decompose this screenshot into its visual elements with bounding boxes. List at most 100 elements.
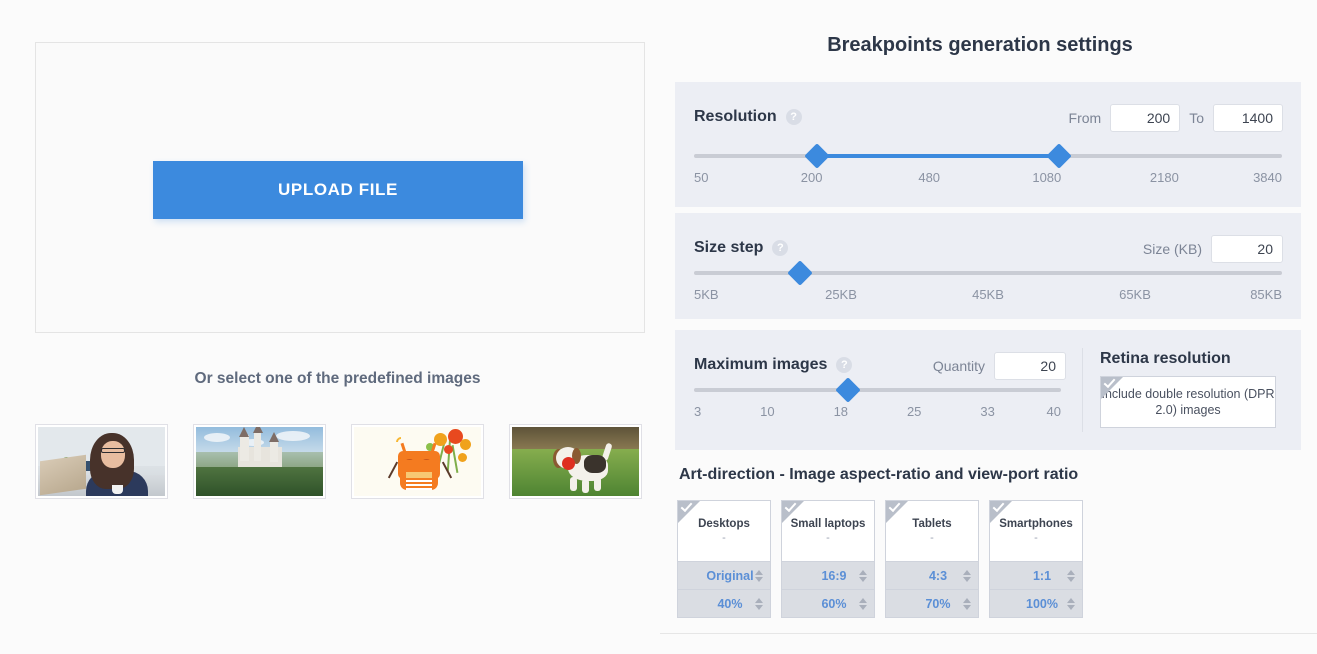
card-header[interactable]: Smartphones - [990,501,1082,561]
size-step-slider-ticks: 5KB 25KB 45KB 65KB 85KB [694,287,1282,303]
card-aspect-ratio-row[interactable]: 1:1 [990,561,1082,589]
resolution-slider-fill [817,154,1059,158]
help-icon[interactable]: ? [785,109,802,125]
stepper-icon[interactable] [859,569,867,582]
maximum-images-fields: Quantity [933,352,1066,380]
size-step-label: Size step [694,239,764,256]
art-direction-card[interactable]: Smartphones - 1:1 100% [989,500,1083,618]
maximum-images-slider-track[interactable] [694,377,1061,403]
slider-tick-label: 40 [1046,404,1061,419]
stepper-icon[interactable] [1067,597,1075,610]
resolution-slider[interactable]: 50 200 480 1080 2180 3840 [694,143,1282,186]
card-aspect-ratio-row[interactable]: Original [678,561,770,589]
size-step-input[interactable] [1211,235,1283,263]
slider-tick-label: 3840 [1253,170,1282,185]
resolution-label: Resolution [694,108,777,125]
resolution-fields: From To [1069,104,1283,132]
art-direction-card[interactable]: Tablets - 4:3 70% [885,500,979,618]
card-header[interactable]: Desktops - [678,501,770,561]
checkmark-icon [888,501,901,513]
resolution-to-input[interactable] [1213,104,1283,132]
stepper-icon[interactable] [1067,569,1075,582]
size-step-panel: Size step ? Size (KB) 5KB 25KB 45KB 65KB 85K… [675,213,1301,319]
art-direction-card[interactable]: Desktops - Original 40% [677,500,771,618]
stepper-icon[interactable] [755,569,763,582]
robot-with-flowers-image [354,427,481,496]
card-header[interactable]: Small laptops - [782,501,874,561]
upload-file-button[interactable]: UPLOAD FILE [153,161,523,219]
thumbnail-castle-on-hill[interactable] [193,424,326,499]
card-device-name: Tablets [912,518,952,530]
card-aspect-ratio-row[interactable]: 4:3 [886,561,978,589]
slider-tick-label: 25KB [825,287,857,302]
resolution-slider-track[interactable] [694,143,1282,169]
card-header[interactable]: Tablets - [886,501,978,561]
predefined-thumbnail-list [35,424,645,500]
slider-tick-label: 5KB [694,287,719,302]
resolution-from-input[interactable] [1110,104,1181,132]
card-aspect-ratio-row[interactable]: 16:9 [782,561,874,589]
slider-tick-label: 45KB [972,287,1004,302]
card-viewport-percent-row[interactable]: 40% [678,589,770,617]
art-direction-card[interactable]: Small laptops - 16:9 60% [781,500,875,618]
checkmark-icon [680,501,693,513]
stepper-icon[interactable] [963,569,971,582]
resolution-slider-handle-max[interactable] [1045,143,1072,169]
slider-tick-label: 18 [833,404,849,419]
beagle-puppy-image [512,427,639,496]
settings-column: Breakpoints generation settings Resoluti… [660,0,1317,654]
checkbox-corner-icon [678,501,700,523]
maximum-images-slider-handle[interactable] [835,377,861,403]
slider-tick-label: 3 [694,404,702,419]
slider-tick-label: 65KB [1119,287,1151,302]
maximum-images-label: Maximum images [694,356,828,373]
card-subtitle: - [1034,532,1038,544]
upload-column: UPLOAD FILE Or select one of the predefi… [0,0,660,654]
woman-at-laptop-image [38,427,165,496]
size-step-slider[interactable]: 5KB 25KB 45KB 65KB 85KB [694,260,1282,303]
maximum-images-slider-ticks: 3 10 18 25 33 40 [694,404,1061,420]
size-step-header: Size step ? [694,239,789,257]
card-viewport-percent-row[interactable]: 60% [782,589,874,617]
predefined-images-heading: Or select one of the predefined images [194,370,481,387]
checkbox-corner-icon [886,501,908,523]
retina-checkbox[interactable]: Include double resolution (DPR 2.0) imag… [1100,375,1276,428]
maximum-images-panel: Maximum images ? Quantity 3 10 18 25 33 40 Re… [675,330,1301,450]
breakpoints-generator-page: UPLOAD FILE Or select one of the predefi… [0,0,1317,654]
maximum-images-slider[interactable]: 3 10 18 25 33 40 [694,377,1061,420]
castle-on-hill-image [196,427,323,496]
page-title: Breakpoints generation settings [827,34,1133,56]
resolution-to-label: To [1189,110,1204,126]
slider-tick-label: 50 [694,170,709,185]
help-icon[interactable]: ? [772,240,789,256]
stepper-icon[interactable] [755,597,763,610]
help-icon[interactable]: ? [836,357,853,373]
card-subtitle: - [826,532,830,544]
card-subtitle: - [722,532,726,544]
file-dropzone[interactable]: UPLOAD FILE [35,42,645,333]
slider-tick-label: 85KB [1250,287,1282,302]
card-device-name: Small laptops [790,518,866,530]
card-viewport-percent-row[interactable]: 70% [886,589,978,617]
thumbnail-robot-with-flowers[interactable] [351,424,484,499]
resolution-from-label: From [1068,110,1102,126]
thumbnail-woman-at-laptop[interactable] [35,424,168,499]
slider-tick-label: 200 [800,170,823,185]
size-step-slider-handle[interactable] [787,260,813,286]
checkmark-icon [992,501,1005,513]
slider-tick-label: 1080 [1032,170,1062,185]
slider-tick-label: 25 [906,404,922,419]
size-step-slider-track[interactable] [694,260,1282,286]
size-step-field-label: Size (KB) [1142,241,1202,257]
stepper-icon[interactable] [963,597,971,610]
card-viewport-percent-row[interactable]: 100% [990,589,1082,617]
thumbnail-beagle-puppy[interactable] [509,424,642,499]
slider-tick-label: 10 [760,404,775,419]
quantity-input[interactable] [994,352,1066,380]
resolution-slider-handle-min[interactable] [804,143,831,169]
resolution-panel: Resolution ? From To 50 200 480 1080 2180 384… [675,82,1301,207]
stepper-icon[interactable] [859,597,867,610]
card-device-name: Desktops [698,518,750,530]
maximum-images-header: Maximum images ? [694,356,853,374]
resolution-slider-ticks: 50 200 480 1080 2180 3840 [694,170,1282,186]
